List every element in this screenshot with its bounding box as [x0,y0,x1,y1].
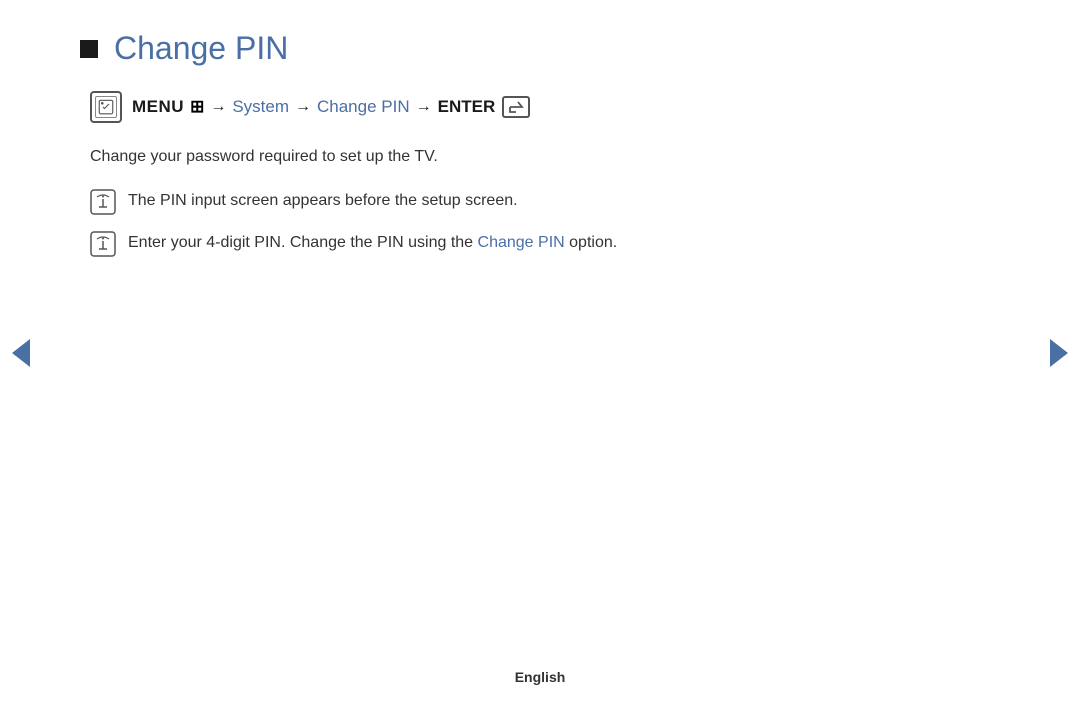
enter-label: ENTER [438,97,496,117]
note-text-1: The PIN input screen appears before the … [128,189,518,213]
footer-language: English [515,669,566,685]
description-text: Change your password required to set up … [90,145,1000,169]
note-text-2: Enter your 4-digit PIN. Change the PIN u… [128,231,617,255]
system-link[interactable]: System [232,97,289,117]
menu-navigation: MENU ⊞ → System → Change PIN → ENTER [90,91,1000,123]
nav-arrow-1: → [210,98,226,116]
note-icon-2 [90,231,116,257]
menu-label: MENU [132,97,184,117]
change-pin-nav-link[interactable]: Change PIN [317,97,410,117]
title-row: Change PIN [80,30,1000,67]
note-icon-1 [90,189,116,215]
nav-right-arrow[interactable] [1050,339,1068,367]
menu-hand-icon [90,91,122,123]
enter-icon [502,96,530,118]
note-row-1: The PIN input screen appears before the … [90,189,1000,215]
main-content: Change PIN MENU ⊞ → System → Change PIN →… [0,0,1080,257]
nav-left-arrow[interactable] [12,339,30,367]
nav-arrow-3: → [416,98,432,116]
change-pin-inline-link[interactable]: Change PIN [478,234,565,251]
menu-suffix: ⊞ [190,97,204,117]
page-title: Change PIN [114,30,288,67]
note-row-2: Enter your 4-digit PIN. Change the PIN u… [90,231,1000,257]
title-bullet [80,40,98,58]
nav-arrow-2: → [295,98,311,116]
